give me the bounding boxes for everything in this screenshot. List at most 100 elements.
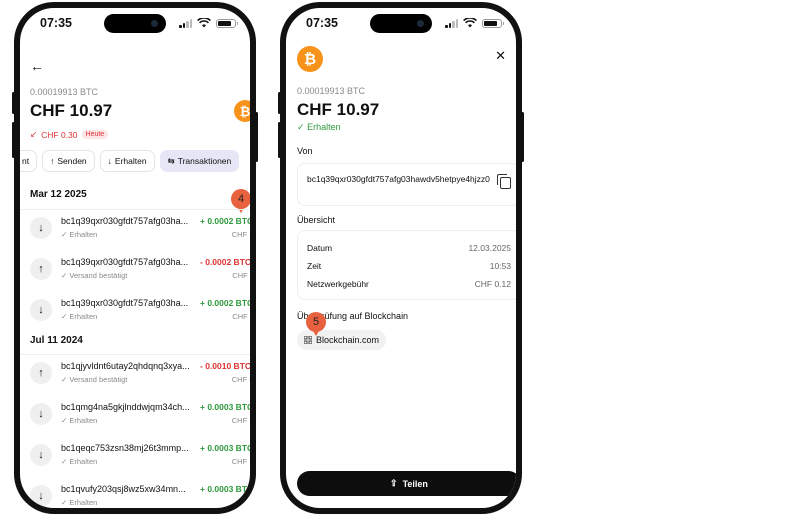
- share-button[interactable]: ⇪ Teilen: [297, 471, 516, 496]
- transaction-row[interactable]: ↓ bc1qmg4na5gkjlnddwjqm34ch... ✓ Erhalte…: [30, 399, 250, 433]
- transaction-amount: + 0.0003 BTC: [200, 402, 250, 412]
- overview-row-time: Zeit 10:53: [307, 261, 511, 271]
- wifi-icon: [197, 18, 211, 28]
- status-time: 07:35: [40, 16, 72, 30]
- cellular-signal-icon: [179, 18, 192, 28]
- phone-side-button: [278, 92, 281, 114]
- transaction-fiat: CHF 11.21: [232, 312, 250, 321]
- overview-card: Datum 12.03.2025 Zeit 10:53 Netzwerkgebü…: [297, 230, 516, 300]
- transaction-status: ✓ Erhalten: [61, 230, 98, 239]
- battery-icon: [216, 18, 238, 28]
- transaction-address: bc1q39qxr030gfdt757afg03ha...: [61, 257, 189, 267]
- phone-transactions-list: 07:35 ← 0.00019913 BTC CHF 10.97 ₿ ↙ CHF…: [12, 2, 258, 514]
- swap-icon: ⇆: [167, 155, 175, 166]
- arrow-down-icon: ↓: [30, 299, 52, 321]
- transaction-status: ✓ Erhalten: [61, 457, 98, 466]
- overview-row-date: Datum 12.03.2025: [307, 243, 511, 253]
- annotation-marker: 5: [306, 312, 326, 336]
- balance-btc: 0.00019913 BTC: [30, 87, 99, 97]
- date-group-header: Mar 12 2025: [30, 189, 87, 200]
- arrow-down-icon: ↓: [30, 217, 52, 239]
- status-bar: 07:35: [20, 8, 250, 38]
- dynamic-island: [104, 14, 166, 33]
- arrow-down-icon: ↓: [107, 156, 112, 166]
- transaction-fiat: CHF 17.25: [231, 416, 250, 425]
- date-group-header: Jul 11 2024: [30, 335, 83, 346]
- transaction-address: bc1qvufy203qsj8wz5xw34mn...: [61, 484, 186, 494]
- transaction-status: ✓ Erhalten: [61, 498, 98, 507]
- annotation-marker: 4: [231, 189, 250, 213]
- blockchain-link-label: Blockchain.com: [316, 335, 380, 345]
- transaction-amount: + 0.0003 BTC: [200, 484, 250, 494]
- arrow-up-icon: ↑: [30, 362, 52, 384]
- transaction-row[interactable]: ↓ bc1qvufy203qsj8wz5xw34mn... ✓ Erhalten…: [30, 481, 250, 508]
- transaction-address: bc1qjyvldnt6utay2qhdqnq3xya...: [61, 361, 190, 371]
- action-tabs: nt ↑ Senden ↓ Erhalten ⇆ Transaktionen: [20, 150, 240, 172]
- copy-icon[interactable]: [497, 174, 511, 189]
- from-section-title: Von: [297, 146, 313, 156]
- transaction-amount: - 0.0010 BTC: [200, 361, 250, 371]
- cellular-signal-icon: [445, 18, 458, 28]
- phone-side-button: [278, 122, 281, 158]
- back-arrow-icon[interactable]: ←: [30, 58, 44, 74]
- share-label: Teilen: [402, 478, 428, 489]
- transaction-status: ✓ Erhalten: [61, 416, 98, 425]
- phone-side-button: [12, 92, 15, 114]
- phone-transaction-detail: 07:35 ₿ ✕ 0.00019913 BTC CHF 10.97 ✓ Erh…: [278, 2, 524, 514]
- bitcoin-logo-icon: ₿: [234, 100, 250, 122]
- transaction-address: bc1q39qxr030gfdt757afg03ha...: [61, 298, 189, 308]
- overview-row-network-fee: Netzwerkgebühr CHF 0.12: [307, 279, 511, 289]
- balance-chf: CHF 10.97: [30, 101, 113, 120]
- transaction-status: ✓ Versand bestätigt: [61, 375, 128, 384]
- transaction-fiat: CHF 18.6: [235, 498, 250, 507]
- tab-send[interactable]: ↑ Senden: [42, 150, 95, 172]
- amount-btc: 0.00019913 BTC: [297, 86, 366, 96]
- wifi-icon: [463, 18, 477, 28]
- overview-section-title: Übersicht: [297, 215, 336, 225]
- tab-partial[interactable]: nt: [20, 150, 38, 172]
- status-icons: [179, 18, 238, 28]
- arrow-down-icon: ↓: [30, 485, 52, 507]
- grid-icon: [304, 336, 312, 344]
- arrow-up-icon: ↑: [50, 156, 55, 166]
- transaction-status: ✓ Erhalten: [297, 122, 341, 132]
- dynamic-island: [370, 14, 432, 33]
- change-value: CHF 0.30: [41, 129, 78, 140]
- transaction-amount: + 0.0002 BTC: [200, 298, 250, 308]
- transaction-row[interactable]: ↓ bc1q39qxr030gfdt757afg03ha... ✓ Erhalt…: [30, 295, 250, 329]
- from-address-card: bc1q39qxr030gfdt757afg03hawdv5hetpye4hjz…: [297, 163, 516, 206]
- status-bar: 07:35: [286, 8, 516, 38]
- battery-icon: [482, 18, 504, 28]
- close-icon[interactable]: ✕: [495, 48, 506, 64]
- change-period-badge: Heute: [81, 130, 109, 139]
- blockchain-link-button[interactable]: Blockchain.com: [297, 330, 387, 350]
- transaction-amount: - 0.0002 BTC: [200, 257, 250, 267]
- amount-chf: CHF 10.97: [297, 100, 380, 119]
- transaction-row[interactable]: ↑ bc1qjyvldnt6utay2qhdqnq3xya... ✓ Versa…: [20, 354, 250, 392]
- status-icons: [445, 18, 504, 28]
- tab-transactions[interactable]: ⇆ Transaktionen: [159, 150, 240, 172]
- screen: 07:35 ← 0.00019913 BTC CHF 10.97 ₿ ↙ CHF…: [20, 8, 250, 508]
- transaction-row[interactable]: ↓ bc1qeqc753zsn38mj26t3mmp... ✓ Erhalten…: [30, 440, 250, 474]
- from-address: bc1q39qxr030gfdt757afg03hawdv5hetpye4hjz…: [307, 174, 490, 184]
- transaction-row[interactable]: ↑ bc1q39qxr030gfdt757afg03ha... ✓ Versan…: [30, 254, 250, 288]
- transaction-address: bc1qeqc753zsn38mj26t3mmp...: [61, 443, 189, 453]
- transaction-amount: + 0.0003 BTC: [200, 443, 250, 453]
- balance-change: ↙ CHF 0.30 Heute: [30, 129, 109, 140]
- checkmark-icon: ✓: [297, 122, 305, 132]
- arrow-down-icon: ↓: [30, 444, 52, 466]
- transaction-address: bc1qmg4na5gkjlnddwjqm34ch...: [61, 402, 190, 412]
- arrow-up-icon: ↑: [30, 258, 52, 280]
- transaction-row[interactable]: ↓ bc1q39qxr030gfdt757afg03ha... ✓ Erhalt…: [20, 209, 250, 247]
- transaction-status: ✓ Versand bestätigt: [61, 271, 128, 280]
- arrow-down-icon: ↓: [30, 403, 52, 425]
- arrow-down-left-icon: ↙: [30, 129, 38, 139]
- transaction-address: bc1q39qxr030gfdt757afg03ha...: [61, 216, 189, 226]
- transaction-amount: + 0.0002 BTC: [200, 216, 250, 226]
- transaction-fiat: CHF 10.97: [231, 230, 250, 239]
- phone-side-button: [12, 122, 15, 158]
- transaction-fiat: CHF 17.91: [231, 457, 250, 466]
- tab-receive[interactable]: ↓ Erhalten: [99, 150, 155, 172]
- transaction-fiat: CHF 11.09: [232, 271, 250, 280]
- phone-side-button: [521, 112, 524, 162]
